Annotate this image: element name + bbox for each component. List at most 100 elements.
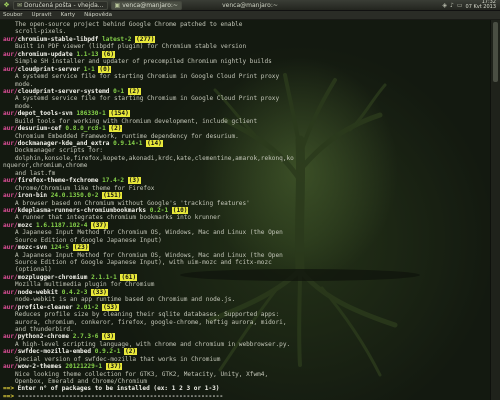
package-description: A systemd service file for starting Chro… — [15, 95, 280, 103]
package-votes: (37) — [91, 221, 108, 229]
package-description: node-webkit is an app runtime based on C… — [15, 296, 236, 304]
package-description-line: A systemd service file for starting Chro… — [3, 95, 488, 102]
package-description: Build tools for working with Chromium de… — [15, 117, 258, 125]
package-votes: (33) — [91, 288, 108, 296]
package-line: aur/mozplugger-chromium 2.1.1-1 (61) — [3, 273, 488, 281]
package-description: Special version of swfdec-mozilla that w… — [15, 355, 221, 363]
package-description: mode. — [15, 102, 34, 110]
package-votes: (154) — [109, 110, 130, 118]
package-repo: aur/ — [3, 50, 18, 58]
volume-icon[interactable]: ♪ — [450, 2, 454, 9]
package-version: 186330-1 — [76, 110, 106, 118]
package-line: aur/mozc-svn 124-5 (23) — [3, 244, 488, 252]
menu-soubor[interactable]: Soubor — [3, 12, 22, 18]
package-description: Simple SH installer and updater of preco… — [15, 58, 272, 66]
package-votes: (6) — [102, 50, 116, 58]
package-version: 0-1 — [113, 87, 125, 95]
package-description: Dockmanager scripts for: — [15, 147, 104, 155]
menu-karty[interactable]: Karty — [61, 12, 76, 18]
package-description-line: dolphin,konsole,firefox,kopete,akonadi,k… — [3, 155, 488, 162]
package-repo: aur/ — [3, 303, 18, 311]
package-votes: (14) — [146, 140, 163, 147]
package-repo: aur/ — [3, 35, 18, 43]
app-menu-icon[interactable]: ❖ — [2, 1, 11, 10]
package-repo: aur/ — [3, 273, 18, 281]
package-description: A high-level scripting language, with ch… — [15, 340, 291, 348]
package-line: aur/mozc 1.6.1187.102-4 (37) — [3, 221, 488, 229]
prompt-dashes: ----------------------------------------… — [14, 392, 224, 400]
taskbar: ❖ ✉ Doručená pošta - vhejda... ▣ venca@m… — [0, 0, 500, 11]
package-description-line: and last.fm — [3, 170, 488, 177]
package-votes: (53) — [102, 303, 119, 311]
package-name: chromium-stable-libpdf — [17, 35, 99, 43]
taskbar-task-label: venca@manjaro:~ — [122, 1, 178, 9]
wrapped-text-line: nqueror,chromium,chrome — [3, 162, 488, 169]
menu-upravit[interactable]: Upravit — [31, 12, 51, 18]
package-repo: aur/ — [3, 221, 18, 229]
package-description: scroll-pixels. — [15, 28, 67, 36]
package-line: aur/chromium-update 1.1-13 (6) — [3, 50, 488, 58]
install-prompt-line: ==> Enter n° of packages to be installed… — [3, 385, 488, 392]
package-repo: aur/ — [3, 177, 18, 185]
package-description-line: Mozilla multimedia plugin for Chromium — [3, 281, 488, 288]
terminal-scrollbar[interactable] — [490, 20, 500, 400]
package-line: aur/kdeplasma-runners-chromiumbookmarks … — [3, 206, 488, 214]
package-name: firefox-theme-fxchrome — [17, 177, 99, 185]
package-version: 0.9.14-1 — [113, 140, 143, 147]
package-name: chromium-update — [17, 50, 73, 58]
menu-napoveda[interactable]: Nápověda — [84, 12, 112, 18]
package-line: aur/firefox-theme-fxchrome 17.4-2 (3) — [3, 177, 488, 185]
package-repo: aur/ — [3, 333, 18, 341]
package-line: aur/dockmanager-kde_and_extra 0.9.14-1 (… — [3, 140, 488, 147]
package-description-line: A high-level scripting language, with ch… — [3, 341, 488, 348]
network-icon[interactable]: ◈ — [442, 2, 447, 9]
package-repo: aur/ — [3, 288, 18, 296]
package-version: 17.4-2 — [102, 177, 125, 185]
package-description-line: Simple SH installer and updater of preco… — [3, 58, 488, 65]
clock-date: 07 Kvt 2013 — [465, 4, 496, 10]
package-description: dolphin,konsole,firefox,kopete,akonadi,k… — [15, 154, 294, 162]
package-name: cloudprint-server-systemd — [17, 87, 110, 95]
package-line: aur/desurium-cef 0.8.0_rc8-1 (2) — [3, 125, 488, 133]
package-description: aurora, chromium, conkeror, firefox, goo… — [15, 318, 287, 326]
package-votes: (2) — [109, 125, 123, 133]
package-description: mode. — [15, 80, 34, 88]
prompt-arrow: ==> — [3, 385, 15, 393]
taskbar-task-label: Doručená pošta - vhejda... — [24, 1, 104, 9]
terminal-output[interactable]: The open-source project behind Google Ch… — [0, 20, 490, 400]
package-name: python2-chrome — [17, 333, 70, 341]
package-description-line: Dockmanager scripts for: — [3, 147, 488, 154]
mail-icon: ✉ — [17, 1, 23, 9]
package-description: Nice looking theme collection for GTK3, … — [15, 370, 269, 378]
package-votes: (10) — [171, 206, 189, 214]
package-description: (optional) — [15, 266, 52, 274]
package-version: 0.9.2-1 — [94, 348, 121, 356]
package-name: kdeplasma-runners-chromiumbookmarks — [17, 206, 147, 214]
package-description: A systemd service file for starting Chro… — [15, 73, 280, 81]
package-description: A Japanese Input Method for Chromium OS,… — [15, 251, 283, 259]
package-repo: aur/ — [3, 125, 18, 133]
taskbar-task-terminal[interactable]: ▣ venca@manjaro:~ — [110, 0, 182, 10]
prompt-separator-line: ==> ------------------------------------… — [3, 393, 488, 400]
package-description-line: (optional) — [3, 266, 488, 273]
package-repo: aur/ — [3, 192, 18, 200]
package-description-line: Source Edition of Google Japanese Input) — [3, 237, 488, 244]
terminal-icon: ▣ — [114, 1, 121, 9]
taskbar-task-mail[interactable]: ✉ Doručená pošta - vhejda... — [13, 0, 108, 10]
package-line: aur/swfdec-mozilla-embed 0.9.2-1 (2) — [3, 348, 488, 356]
package-description-line: Source Edition of Google Japanese Input)… — [3, 259, 488, 266]
package-description-line: aurora, chromium, conkeror, firefox, goo… — [3, 319, 488, 326]
package-line: aur/python2-chrome 2.7.3-6 (3) — [3, 333, 488, 341]
prompt-arrow: ==> — [3, 392, 15, 400]
package-description-line: Nice looking theme collection for GTK3, … — [3, 371, 488, 378]
terminal-menubar: Soubor Upravit Karty Nápověda — [0, 11, 500, 20]
package-description-line: Openbox, Emerald and Chrome/Chromium — [3, 378, 488, 385]
package-description: and last.fm — [15, 169, 56, 177]
package-description: Reduces profile size by cleaning their s… — [15, 311, 280, 319]
package-version: 2.1.1-1 — [91, 273, 117, 281]
wrapped-text: nqueror,chromium,chrome — [3, 162, 88, 170]
clock[interactable]: 17:32 07 Kvt 2013 — [466, 0, 496, 10]
scrollbar-thumb[interactable] — [493, 22, 498, 82]
package-line: aur/wow-2-themes 20121229-1 (37) — [3, 363, 488, 371]
battery-icon[interactable]: ▭ — [457, 2, 463, 9]
